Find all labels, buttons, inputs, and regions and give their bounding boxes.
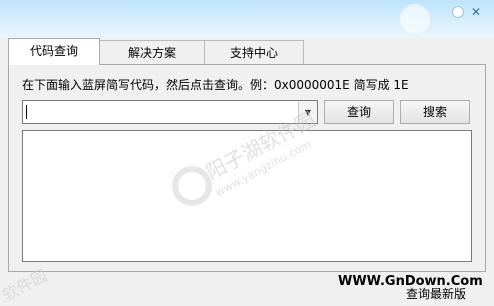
query-button[interactable]: 查询 bbox=[324, 100, 394, 124]
text-caret bbox=[26, 105, 27, 119]
result-textarea[interactable] bbox=[22, 130, 472, 262]
check-update-link[interactable]: 查询最新版 bbox=[406, 285, 466, 302]
tab-code-query[interactable]: 代码查询 bbox=[8, 38, 100, 65]
watermark-logo-icon bbox=[400, 4, 430, 34]
title-bar: ✕ bbox=[0, 0, 494, 38]
watermark-swirl-icon bbox=[172, 166, 212, 206]
instruction-text: 在下面输入蓝屏简写代码，然后点击查询。例：0x0000001E 简写成 1E bbox=[22, 78, 409, 92]
tab-bar: 代码查询 解决方案 支持中心 bbox=[8, 38, 304, 65]
search-button[interactable]: 搜索 bbox=[400, 100, 470, 124]
tab-support-center[interactable]: 支持中心 bbox=[204, 40, 304, 64]
close-icon[interactable]: ✕ bbox=[470, 5, 482, 19]
minimize-button[interactable] bbox=[452, 6, 464, 18]
dropdown-arrow-icon[interactable]: ▼ bbox=[298, 101, 317, 123]
code-input-combobox[interactable]: ▼ bbox=[22, 100, 318, 124]
tab-solutions[interactable]: 解决方案 bbox=[99, 40, 205, 64]
